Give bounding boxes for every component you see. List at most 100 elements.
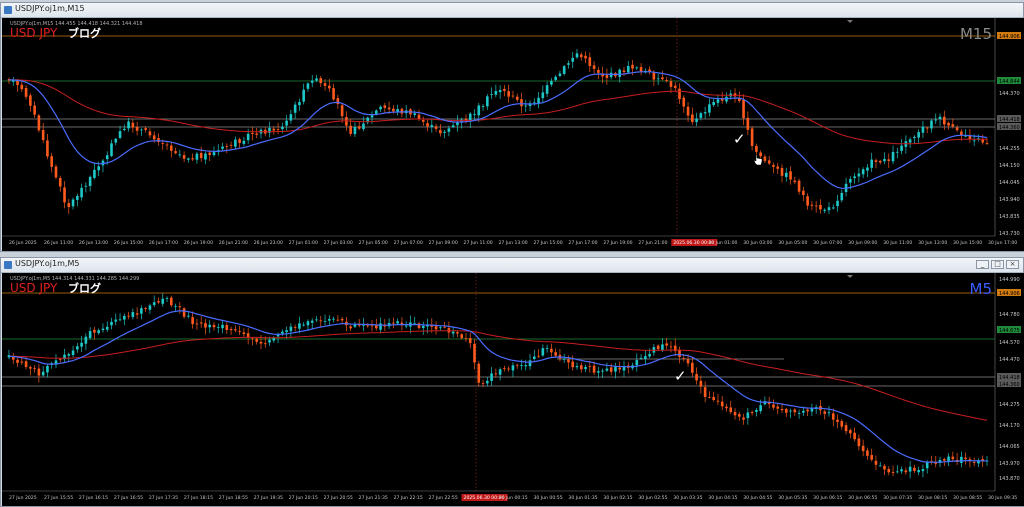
timeframe-watermark: M15: [960, 25, 992, 43]
blog-watermark: ブログ: [68, 281, 101, 295]
candle-body: [174, 306, 177, 307]
price-axis-label: 144.470: [999, 357, 1020, 363]
candle-body: [618, 367, 622, 370]
chart-background: [2, 18, 1024, 251]
candle-body: [503, 368, 506, 369]
candle-body: [473, 343, 476, 363]
candle-body: [802, 410, 805, 413]
candle-body: [460, 334, 463, 339]
candle-body: [221, 146, 224, 149]
candle-body: [635, 360, 639, 366]
candle-body: [88, 176, 92, 186]
candle-body: [554, 352, 557, 356]
chart-window-m15[interactable]: USDJPY.oj1m,M15 USDJPY.oj1m,M15 144.455 …: [0, 2, 1024, 252]
window-titlebar[interactable]: USDJPY.oj1m,M15: [1, 3, 1023, 18]
candle-body: [545, 348, 549, 349]
candle-body: [178, 306, 182, 308]
candle-body: [584, 55, 587, 59]
candle-body: [827, 412, 831, 414]
candle-body: [251, 338, 254, 340]
candle-body: [797, 180, 801, 192]
candle-body: [742, 99, 745, 119]
candle-body: [490, 94, 493, 96]
candle-body: [857, 438, 861, 447]
chart-window-m5[interactable]: USDJPY.oj1m,M5 _ □ × USDJPY.oj1m,M5 144.…: [0, 257, 1024, 507]
candle-body: [468, 338, 472, 344]
price-axis-label: 144.906: [999, 34, 1020, 40]
candle-body: [597, 69, 600, 73]
candle-body: [144, 128, 147, 130]
candle-body: [161, 298, 165, 304]
candle-body: [742, 417, 745, 420]
candle-body: [789, 171, 792, 180]
candle-body: [972, 462, 976, 463]
candle-body: [896, 151, 899, 153]
price-chart-m15[interactable]: USDJPY.oj1m,M15 144.455 144.418 144.321 …: [2, 18, 1024, 251]
candle-body: [678, 349, 681, 357]
candle-body: [545, 85, 549, 94]
price-axis-label: 144.990: [999, 277, 1020, 283]
candle-body: [366, 325, 370, 327]
candle-body: [20, 84, 24, 90]
candle-body: [537, 97, 540, 104]
candle-body: [691, 114, 694, 122]
time-axis-label: 26 Jun 13:00: [79, 240, 108, 246]
candle-body: [50, 156, 54, 167]
candle-body: [127, 121, 130, 129]
price-axis-label: 144.255: [999, 146, 1020, 152]
candle-body: [255, 338, 259, 342]
candle-body: [524, 365, 528, 367]
candle-body: [631, 64, 634, 69]
candle-body: [661, 344, 664, 351]
candle-body: [925, 462, 929, 469]
candle-body: [387, 107, 391, 110]
candle-body: [520, 365, 523, 366]
time-axis-label: 27 Jun 2025: [9, 495, 37, 501]
candle-body: [575, 366, 579, 368]
candle-body: [716, 400, 720, 402]
candle-body: [242, 332, 246, 335]
candle-body: [831, 207, 835, 209]
symbol-watermark: USD JPY: [10, 281, 58, 295]
candle-body: [135, 126, 139, 131]
time-axis-label: 27 Jun 22:15: [394, 495, 423, 501]
candle-body: [729, 407, 733, 413]
candle-body: [276, 129, 280, 131]
candle-body: [37, 368, 41, 376]
candle-body: [477, 363, 481, 383]
close-icon[interactable]: ×: [1006, 260, 1019, 269]
candle-body: [490, 373, 493, 381]
candle-body: [41, 130, 45, 141]
candle-body: [626, 65, 630, 73]
candle-body: [101, 328, 105, 331]
time-axis-label: 26 Jun 23:00: [254, 240, 283, 246]
price-axis-label: 144.844: [999, 79, 1020, 85]
candle-body: [964, 457, 967, 460]
candle-body: [281, 331, 284, 334]
candle-body: [477, 105, 481, 116]
maximize-icon[interactable]: □: [991, 260, 1004, 269]
candle-body: [831, 413, 835, 420]
candle-body: [853, 176, 856, 179]
candle-body: [58, 178, 62, 187]
candle-body: [33, 368, 36, 369]
candle-body: [353, 126, 357, 135]
candle-body: [571, 57, 575, 62]
candle-body: [204, 323, 207, 328]
time-axis-label: 30 Jun 08:15: [918, 495, 947, 501]
price-chart-m5[interactable]: USDJPY.oj1m,M5 144.314 144.331 144.285 1…: [2, 273, 1024, 506]
time-axis-label: 30 Jun 04:55: [743, 495, 772, 501]
time-axis-label: 26 Jun 11:00: [44, 240, 73, 246]
candle-body: [234, 329, 237, 331]
window-titlebar[interactable]: USDJPY.oj1m,M5 _ □ ×: [1, 258, 1023, 273]
candle-body: [298, 102, 301, 106]
candle-body: [443, 326, 446, 328]
minimize-icon[interactable]: _: [976, 260, 989, 269]
candle-body: [810, 204, 814, 206]
candle-body: [123, 315, 126, 320]
candle-body: [960, 131, 963, 136]
candle-body: [182, 308, 186, 317]
candle-body: [144, 308, 147, 309]
candle-body: [187, 158, 190, 160]
candle-body: [105, 326, 109, 330]
